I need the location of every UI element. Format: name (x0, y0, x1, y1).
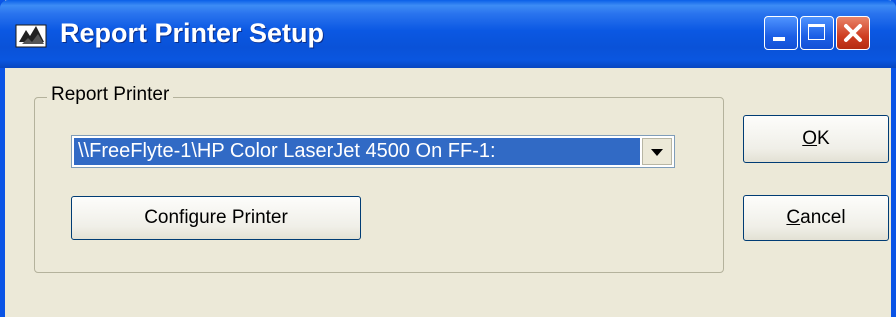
configure-printer-button[interactable]: Configure Printer (71, 196, 361, 240)
close-button[interactable] (836, 16, 870, 50)
printer-select[interactable]: \\FreeFlyte-1\HP Color LaserJet 4500 On … (71, 135, 675, 168)
window-title: Report Printer Setup (60, 18, 325, 48)
maximize-icon (808, 24, 825, 40)
printer-app-icon (15, 24, 47, 48)
maximize-button[interactable] (800, 16, 834, 50)
cancel-label-rest: ancel (800, 207, 846, 228)
ok-button[interactable]: OK (743, 115, 889, 163)
minimize-button[interactable] (764, 16, 798, 50)
cancel-mnemonic: C (786, 207, 801, 228)
report-printer-group (34, 97, 724, 273)
chevron-down-icon (651, 149, 663, 156)
cancel-button[interactable]: Cancel (743, 195, 889, 241)
report-printer-setup-window: Report Printer Setup Report Printer \\Fr… (0, 0, 896, 317)
dropdown-button[interactable] (642, 138, 672, 165)
ok-mnemonic: O (802, 128, 818, 149)
title-bar[interactable]: Report Printer Setup (0, 0, 896, 68)
minimize-icon (773, 37, 785, 41)
printer-select-value[interactable]: \\FreeFlyte-1\HP Color LaserJet 4500 On … (74, 138, 640, 165)
report-printer-group-label: Report Printer (47, 84, 174, 106)
close-icon (844, 24, 862, 42)
ok-label-rest: K (817, 128, 830, 149)
